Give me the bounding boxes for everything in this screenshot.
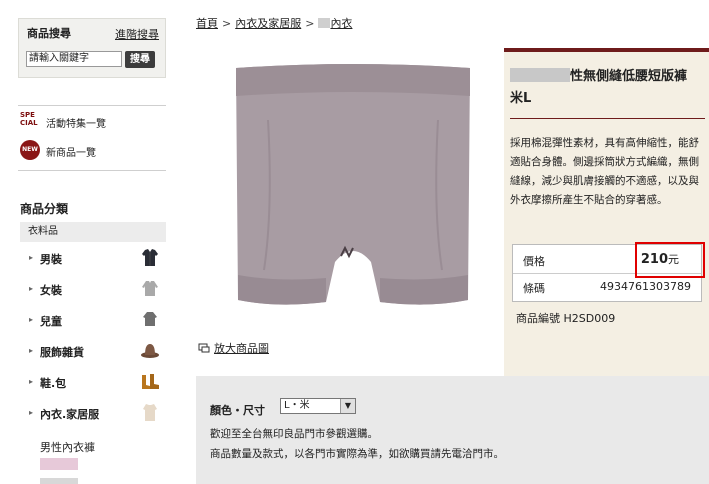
enlarge-label: 放大商品圖 [214, 342, 269, 355]
category-item-innerwear[interactable]: ▸ 內衣.家居服 [20, 399, 166, 427]
kids-coat-icon [143, 312, 157, 326]
category-heading: 商品分類 [20, 202, 69, 216]
arrow-icon: ▸ [29, 315, 34, 324]
arrow-icon: ▸ [29, 346, 34, 355]
breadcrumb-separator: > [222, 17, 232, 30]
breadcrumb-category[interactable]: 內衣及家居服 [235, 17, 301, 30]
price-highlight-box [635, 242, 705, 278]
category-label: 鞋.包 [40, 377, 67, 390]
title-divider [510, 118, 705, 119]
product-description: 採用棉混彈性素材，具有高伸縮性，能舒適貼合身體。側邊採筒狀方式編織，無側縫線，減… [510, 137, 699, 206]
divider [18, 170, 166, 171]
color-size-select[interactable]: L・米 ▼ [280, 398, 356, 414]
category-label: 女裝 [40, 284, 62, 297]
breadcrumb: 首頁 > 內衣及家居服 > 內衣 [196, 15, 352, 31]
barcode-label: 條碼 [523, 282, 545, 295]
color-size-label: 顏色・尺寸 [210, 404, 265, 417]
category-item-menswear[interactable]: ▸ 男裝 [20, 244, 166, 272]
blurred-link [40, 458, 78, 470]
breadcrumb-home[interactable]: 首頁 [196, 17, 218, 30]
arrow-icon: ▸ [29, 253, 34, 262]
breadcrumb-separator: > [305, 17, 315, 30]
color-size-selected: L・米 [284, 400, 310, 411]
blurred-link [40, 478, 78, 484]
divider [18, 105, 166, 106]
stock-notice: 商品數量及款式，以各門市實際為準，如欲購買請先電洽門市。 [210, 448, 504, 460]
category-item-accessories[interactable]: ▸ 服飾雜貨 [20, 337, 166, 365]
special-features-label: 活動特集一覽 [46, 119, 106, 130]
product-code: 商品編號 H2SD009 [516, 312, 616, 325]
panel-accent-bar [504, 48, 709, 52]
category-subheading: 衣料品 [20, 222, 166, 242]
search-input[interactable]: 請輸入關鍵字 [26, 51, 122, 67]
arrow-icon: ▸ [29, 408, 34, 417]
arrow-icon: ▸ [29, 377, 34, 386]
product-title: 性無側縫低腰短版褲 米L [510, 66, 705, 110]
product-title-line2: 米L [510, 91, 532, 106]
new-products-label: 新商品一覽 [46, 148, 96, 159]
category-label: 內衣.家居服 [40, 408, 100, 421]
search-button[interactable]: 搜尋 [125, 51, 155, 68]
special-badge-icon: SPE CIAL [20, 111, 38, 127]
product-title-text: 性無側縫低腰短版褲 [570, 69, 688, 84]
subcategory-link-mens-underwear[interactable]: 男性內衣褲 [40, 439, 95, 455]
product-image[interactable] [228, 60, 478, 310]
boots-icon [142, 374, 159, 389]
new-badge-icon: NEW [20, 140, 40, 160]
top-icon [143, 404, 157, 421]
enlarge-image-link[interactable]: 放大商品圖 [198, 340, 269, 356]
product-info-panel: 性無側縫低腰短版褲 米L 採用棉混彈性素材，具有高伸縮性，能舒適貼合身體。側邊採… [504, 48, 709, 392]
category-item-womenswear[interactable]: ▸ 女裝 [20, 275, 166, 303]
price-label: 價格 [523, 255, 545, 268]
jacket-icon [142, 249, 158, 266]
sweater-icon [142, 281, 158, 296]
barcode-value: 4934761303789 [600, 280, 691, 293]
category-label: 兒童 [40, 315, 62, 328]
category-label: 男裝 [40, 253, 62, 266]
breadcrumb-current[interactable]: 內衣 [330, 17, 352, 30]
arrow-icon: ▸ [29, 284, 34, 293]
breadcrumb-blur [318, 18, 331, 28]
options-bar: 顏色・尺寸 L・米 ▼ 歡迎至全台無印良品門市參觀選購。 商品數量及款式，以各門… [196, 376, 709, 484]
enlarge-icon [198, 343, 210, 353]
chevron-down-icon[interactable]: ▼ [340, 399, 355, 413]
advanced-search-link[interactable]: 進階搜尋 [115, 26, 159, 42]
search-box: 商品搜尋 進階搜尋 請輸入關鍵字 搜尋 [18, 18, 166, 78]
category-label: 服飾雜貨 [40, 346, 84, 359]
store-notice: 歡迎至全台無印良品門市參觀選購。 [210, 428, 378, 440]
category-item-kids[interactable]: ▸ 兒童 [20, 306, 166, 334]
category-item-shoes-bags[interactable]: ▸ 鞋.包 [20, 368, 166, 396]
search-title: 商品搜尋 [27, 27, 71, 40]
hat-icon [141, 344, 159, 358]
title-blur [510, 68, 570, 82]
